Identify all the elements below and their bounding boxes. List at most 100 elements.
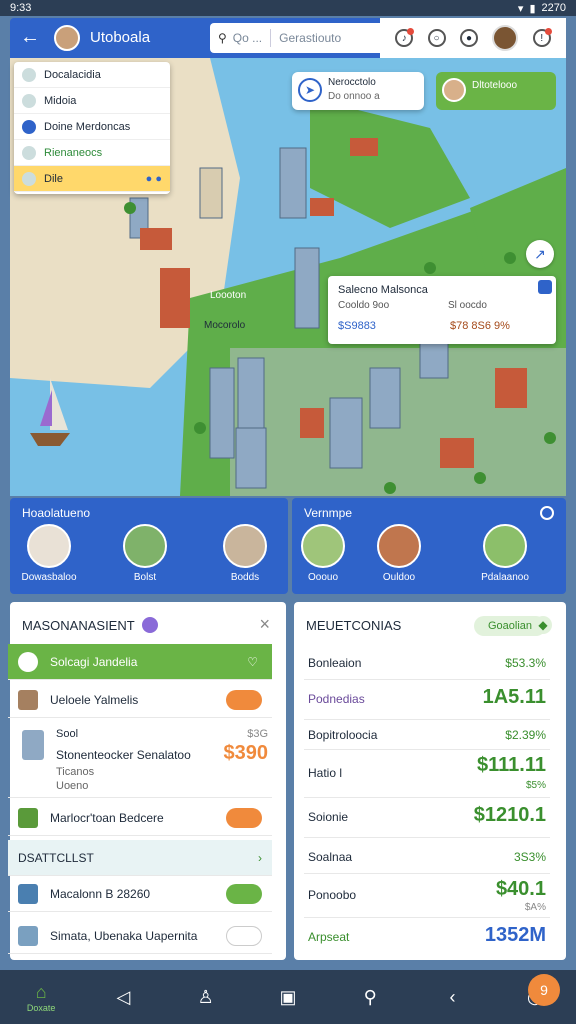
toggle-pill[interactable] <box>226 807 262 828</box>
section-title: DSATTCLLST <box>18 850 94 865</box>
bell-icon[interactable]: ♪ <box>395 28 415 47</box>
list-item[interactable]: Macalonn B 28260 <box>8 876 272 912</box>
search-placeholder: Qo ... <box>232 31 263 45</box>
layer-item[interactable]: Rienaneocs <box>14 140 170 166</box>
neighborhood-item[interactable]: Ooouo <box>292 524 354 583</box>
metric-row: Ponoobo $40.1 $A% <box>304 874 550 918</box>
clock-icon <box>18 651 38 672</box>
metric-value: $53.3% <box>505 656 546 670</box>
metric-label: Bonleaion <box>308 656 362 670</box>
metric-row: Soionie $1210.1 <box>304 798 550 838</box>
metric-row: Hatio l $111.11 $5% <box>304 750 550 798</box>
layer-icon <box>22 145 36 160</box>
list-item-label: Macalonn B 28260 <box>50 886 151 901</box>
nav-profile[interactable]: ♙ <box>188 987 224 1008</box>
compass-button[interactable]: ↗ <box>526 240 554 268</box>
popup-subtitle-right: Sl oocdo <box>448 300 487 311</box>
sailboat <box>30 378 70 446</box>
nav-messages[interactable]: ▣ <box>270 987 306 1008</box>
check-icon[interactable]: ◆ <box>534 616 552 634</box>
nav-search[interactable]: ⚲ <box>352 987 388 1008</box>
metric-value: $2.39% <box>505 728 546 742</box>
list-item[interactable]: Marlocr'toan Bedcere <box>8 800 272 836</box>
neighborhood-item[interactable]: Bolst <box>114 524 176 583</box>
neighborhood-label: Bodds <box>230 572 260 583</box>
layer-label: Doine Merdoncas <box>44 120 131 133</box>
metric-row: Arpseat 1352M <box>304 918 550 954</box>
toggle-pill[interactable] <box>226 689 262 710</box>
metrics-card: MEUETCONIAS Goaolian ◆ Bonleaion $53.3% … <box>294 602 566 960</box>
section-header[interactable]: DSATTCLLST › <box>8 840 272 876</box>
layer-item[interactable]: Docalacidia <box>14 62 170 88</box>
listing-thumbnail <box>18 689 38 710</box>
neighborhood-item[interactable]: Pdalaanoo <box>474 524 536 583</box>
layer-item[interactable]: Doine Merdoncas <box>14 114 170 140</box>
location-card[interactable]: ➤ Nerocctolo Do onnoo a <box>292 72 424 110</box>
chevron-left-icon: ‹ <box>449 986 456 1007</box>
popup-value-right: $78 8S6 9% <box>450 320 510 332</box>
location-subtitle: Do onnoo a <box>328 91 380 102</box>
agent-avatar <box>442 78 466 102</box>
list-item-highlight[interactable]: Solcagi Jandelia ♡ <box>8 644 272 680</box>
home-icon: ⌂ <box>35 981 47 1002</box>
close-icon[interactable]: × <box>259 614 270 635</box>
agent-card[interactable]: Dltotelooo <box>436 72 556 110</box>
property-popup[interactable]: Salecno Malsonca Cooldo 9oo Sl oocdo $S9… <box>328 276 556 344</box>
neighborhood-image <box>301 524 345 568</box>
panel-title: Hoaolatueno <box>22 506 91 520</box>
metric-label: Podnedias <box>308 692 365 706</box>
heart-icon[interactable]: ♡ <box>247 655 258 669</box>
search-icon: ⚲ <box>218 31 227 45</box>
toggle-pill[interactable] <box>226 925 262 946</box>
neighborhood-label: Ooouo <box>307 572 339 583</box>
settings-icon[interactable]: ● <box>459 29 478 47</box>
listing-meta-a: Ticanos <box>56 766 95 778</box>
signal-icon: ▮ <box>529 2 536 15</box>
neighborhood-label: Ouldoo <box>382 572 416 583</box>
layer-label: Docalacidia <box>44 68 101 81</box>
metric-value: $40.1 <box>495 878 546 900</box>
user-avatar[interactable] <box>492 25 519 51</box>
list-item[interactable]: Ueloele Yalmelis <box>8 682 272 718</box>
neighborhood-item[interactable]: Bodds <box>214 524 276 583</box>
user-icon: ♙ <box>197 986 214 1007</box>
metric-label: Hatio l <box>308 766 343 780</box>
layer-item[interactable]: Midoia <box>14 88 170 114</box>
close-icon[interactable] <box>540 506 554 520</box>
verified-badge-icon <box>142 617 158 633</box>
neighborhood-image <box>223 524 267 568</box>
neighborhood-item[interactable]: Dowasbaloo <box>18 524 80 583</box>
neighborhood-image <box>483 524 527 568</box>
card-title: MEUETCONIAS <box>306 618 402 633</box>
neighborhood-label: Bolst <box>133 572 157 583</box>
search-value: Gerastiouto <box>279 31 342 45</box>
popup-title: Salecno Malsonca <box>338 284 428 296</box>
featured-listing[interactable]: Sool $3G Stonenteocker Senalatoo $390 Ti… <box>8 718 272 798</box>
avatar[interactable] <box>54 25 80 51</box>
listing-thumbnail <box>18 883 38 904</box>
nav-home[interactable]: ⌂ Doxate <box>23 982 59 1013</box>
nav-previous[interactable]: ‹ <box>435 987 471 1008</box>
list-item[interactable]: Simata, Ubenaka Uapernita <box>8 918 272 954</box>
map-label: Mocorolo <box>204 320 246 331</box>
layer-arrows-icon[interactable]: ● ● <box>146 173 162 185</box>
nav-back[interactable]: ◁ <box>105 987 141 1008</box>
alert-icon[interactable]: ! <box>532 28 552 47</box>
search-input[interactable]: ⚲ Qo ... Gerastiouto <box>210 23 388 53</box>
listing-meta-right: $3G <box>247 728 268 740</box>
neighborhood-item[interactable]: Ouldoo <box>368 524 430 583</box>
back-arrow-icon[interactable]: ← <box>20 26 40 49</box>
toggle-pill[interactable] <box>226 883 262 904</box>
page-title: Utoboala <box>90 29 151 46</box>
metric-label: Soionie <box>308 810 349 824</box>
chat-icon[interactable]: ○ <box>427 29 446 47</box>
layer-item-active[interactable]: Dile ● ● <box>14 166 170 192</box>
metric-value: 1A5.11 <box>482 686 546 708</box>
list-item-label: Ueloele Yalmelis <box>50 692 139 707</box>
layer-icon <box>22 93 36 108</box>
status-icons: ▾ ▮ 2270 <box>518 2 566 15</box>
floating-action-button[interactable]: 9 <box>528 974 560 1006</box>
agent-label: Dltotelooo <box>472 80 518 91</box>
metric-row: Podnedias 1A5.11 <box>304 680 550 720</box>
location-icon: ➤ <box>298 78 322 102</box>
